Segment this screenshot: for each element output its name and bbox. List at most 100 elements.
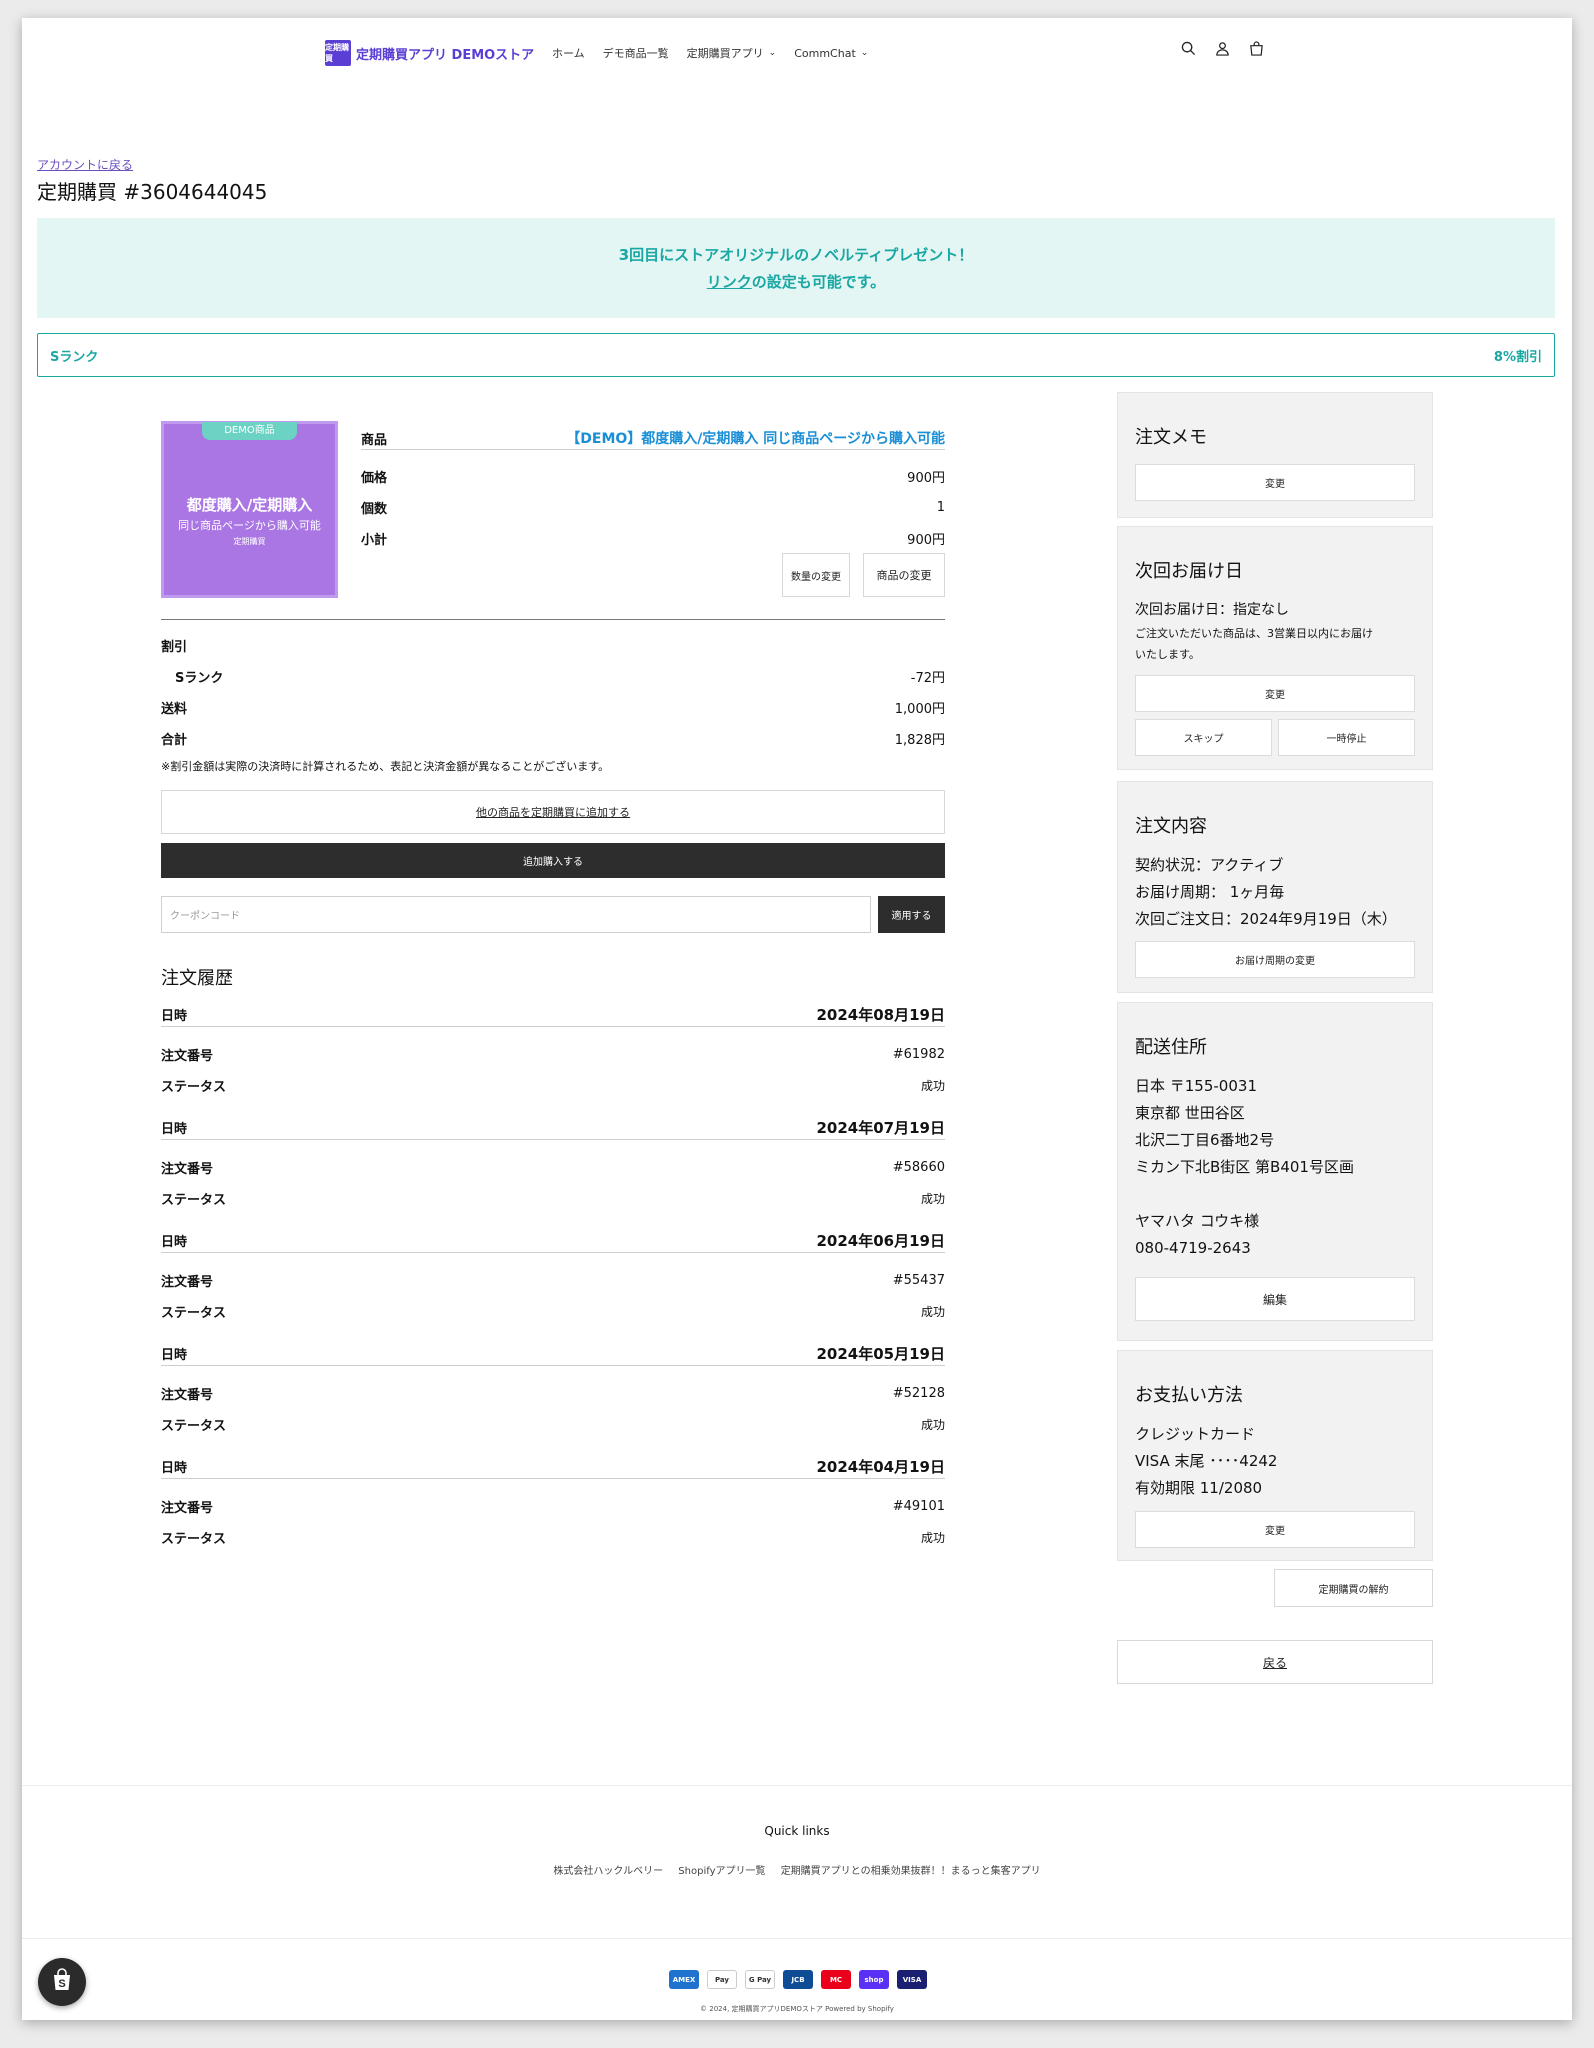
history-date-value: 2024年08月19日	[816, 1006, 946, 1024]
history-order-row: 注文番号 #58660	[161, 1158, 945, 1177]
divider	[161, 1139, 945, 1140]
quick-links-title: Quick links	[764, 1824, 830, 1838]
search-icon[interactable]	[1180, 40, 1196, 56]
banner-line-2-text: の設定も可能です。	[751, 273, 886, 291]
divider	[161, 1026, 945, 1027]
change-product-button[interactable]: 商品の変更	[863, 553, 945, 597]
payment-icon-5: shop	[859, 1970, 889, 1989]
product-image-brand: 定期購買	[233, 537, 266, 546]
history-date-row: 日時 2024年04月19日	[161, 1456, 945, 1477]
payment-method-card: お支払い方法 クレジットカード VISA 末尾 ････4242 有効期限 11…	[1117, 1350, 1433, 1561]
product-name-link[interactable]: 【DEMO】都度購入/定期購入 同じ商品ページから購入可能	[566, 428, 945, 448]
nav-item-home[interactable]: ホーム	[552, 45, 585, 61]
recipient-phone: 080-4719-2643	[1135, 1239, 1251, 1257]
next-delivery-card: 次回お届け日 次回お届け日：指定なし ご注文いただいた商品は、3営業日以内にお届…	[1117, 526, 1433, 770]
rank-bar: Sランク 8%割引	[37, 333, 1555, 377]
payment-icon-4: MC	[821, 1970, 851, 1989]
product-image-tag: DEMO商品	[202, 422, 297, 440]
total-label: 合計	[161, 733, 188, 748]
history-date-row: 日時 2024年07月19日	[161, 1117, 945, 1138]
chevron-down-icon: ⌄	[768, 48, 777, 58]
logo-mark: 定期購買	[325, 40, 351, 66]
history-date-row: 日時 2024年08月19日	[161, 1004, 945, 1025]
account-icon[interactable]	[1214, 40, 1230, 56]
page: 定期購買 定期購買アプリ DEMOストア ホーム デモ商品一覧 定期購買アプリ ⌄…	[22, 18, 1572, 2020]
history-date-label: 日時	[161, 1348, 188, 1363]
cancel-subscription-button[interactable]: 定期購買の解約	[1274, 1569, 1433, 1607]
history-date-row: 日時 2024年05月19日	[161, 1343, 945, 1364]
payment-icons: AMEX Pay G Pay JCB MC shop VISA	[669, 1970, 927, 1989]
back-to-account-link[interactable]: アカウントに戻る	[37, 156, 133, 173]
order-detail-card: 注文内容 契約状況：アクティブ お届け周期： 1ヶ月毎 次回ご注文日：2024年…	[1117, 781, 1433, 993]
add-other-product-button[interactable]: 他の商品を定期購買に追加する	[161, 790, 945, 834]
history-status-row: ステータス 成功	[161, 1189, 945, 1208]
order-memo-title: 注文メモ	[1135, 427, 1207, 448]
apply-coupon-button[interactable]: 適用する	[878, 896, 945, 933]
next-delivery-text: 次回お届け日：指定なし	[1135, 602, 1289, 618]
rank-discount-row: Sランク -72円	[175, 667, 945, 686]
store-logo[interactable]: 定期購買 定期購買アプリ DEMOストア	[325, 40, 534, 66]
address-line: 東京都 世田谷区	[1135, 1104, 1245, 1122]
card-number: VISA 末尾 ････4242	[1135, 1452, 1278, 1470]
total-row: 合計 1,828円	[161, 729, 945, 748]
product-label: 商品	[361, 432, 388, 448]
history-date-label: 日時	[161, 1461, 188, 1476]
history-date-value: 2024年04月19日	[816, 1458, 946, 1476]
divider	[361, 449, 945, 450]
delivery-change-button[interactable]: 変更	[1135, 675, 1415, 712]
history-order-value: #52128	[892, 1386, 945, 1401]
card-expiry: 有効期限 11/2080	[1135, 1479, 1263, 1497]
history-status-row: ステータス 成功	[161, 1415, 945, 1434]
footer-link-company[interactable]: 株式会社ハックルベリー	[553, 1866, 663, 1877]
header-icons	[1180, 40, 1264, 56]
add-purchase-button[interactable]: 追加購入する	[161, 843, 945, 878]
next-delivery-title: 次回お届け日	[1135, 561, 1243, 582]
nav-label: ホーム	[552, 47, 585, 60]
address-line: 北沢二丁目6番地2号	[1135, 1131, 1275, 1149]
nav-item-commchat[interactable]: CommChat ⌄	[794, 45, 868, 61]
address-line: 日本 〒155-0031	[1135, 1077, 1257, 1095]
footer-link-apps[interactable]: Shopifyアプリ一覧	[678, 1866, 765, 1877]
memo-change-button[interactable]: 変更	[1135, 464, 1415, 501]
rank-discount-label: Sランク	[175, 671, 224, 686]
cart-icon[interactable]	[1248, 40, 1264, 56]
pause-button[interactable]: 一時停止	[1278, 719, 1415, 756]
quantity-label: 個数	[361, 502, 388, 517]
shipping-address-title: 配送住所	[1135, 1037, 1207, 1058]
history-date-value: 2024年06月19日	[816, 1232, 946, 1250]
shipping-row: 送料 1,000円	[161, 698, 945, 717]
history-status-label: ステータス	[161, 1419, 227, 1434]
history-order-value: #55437	[892, 1273, 945, 1288]
history-date-label: 日時	[161, 1235, 188, 1250]
divider	[161, 619, 945, 620]
footer-link-promo[interactable]: 定期購買アプリとの相乗効果抜群！！まるっと集客アプリ	[781, 1866, 1041, 1877]
history-order-label: 注文番号	[161, 1162, 214, 1177]
history-date-label: 日時	[161, 1122, 188, 1137]
skip-button[interactable]: スキップ	[1135, 719, 1272, 756]
back-button[interactable]: 戻る	[1117, 1640, 1433, 1684]
change-quantity-button[interactable]: 数量の変更	[782, 553, 850, 597]
shopify-bag-icon: S	[51, 1968, 73, 1996]
banner-link[interactable]: リンク	[707, 273, 752, 291]
payment-icon-0: AMEX	[669, 1970, 699, 1989]
history-status-row: ステータス 成功	[161, 1302, 945, 1321]
change-cycle-button[interactable]: お届け周期の変更	[1135, 941, 1415, 978]
rank-discount: 8%割引	[1493, 349, 1542, 365]
coupon-input[interactable]: クーポンコード	[161, 896, 871, 933]
nav-item-demo-products[interactable]: デモ商品一覧	[603, 45, 669, 61]
history-order-label: 注文番号	[161, 1049, 214, 1064]
nav-item-subscription-app[interactable]: 定期購買アプリ ⌄	[687, 45, 777, 61]
edit-address-button[interactable]: 編集	[1135, 1277, 1415, 1321]
next-order-date: 次回ご注文日：2024年9月19日（木）	[1135, 910, 1397, 928]
shopify-chat-button[interactable]: S	[38, 1958, 86, 2006]
payment-type: クレジットカード	[1135, 1425, 1256, 1443]
history-status-value: 成功	[920, 1418, 945, 1432]
banner-line-1: 3回目にストアオリジナルのノベルティプレゼント！	[618, 246, 974, 264]
history-date-label: 日時	[161, 1009, 188, 1024]
history-order-row: 注文番号 #49101	[161, 1497, 945, 1516]
payment-change-button[interactable]: 変更	[1135, 1511, 1415, 1548]
subtotal-value: 900円	[907, 533, 945, 548]
product-image: DEMO商品 都度購入/定期購入 同じ商品ページから購入可能 定期購買	[161, 421, 338, 598]
history-status-value: 成功	[920, 1192, 945, 1206]
store-name: 定期購買アプリ DEMOストア	[356, 47, 535, 63]
